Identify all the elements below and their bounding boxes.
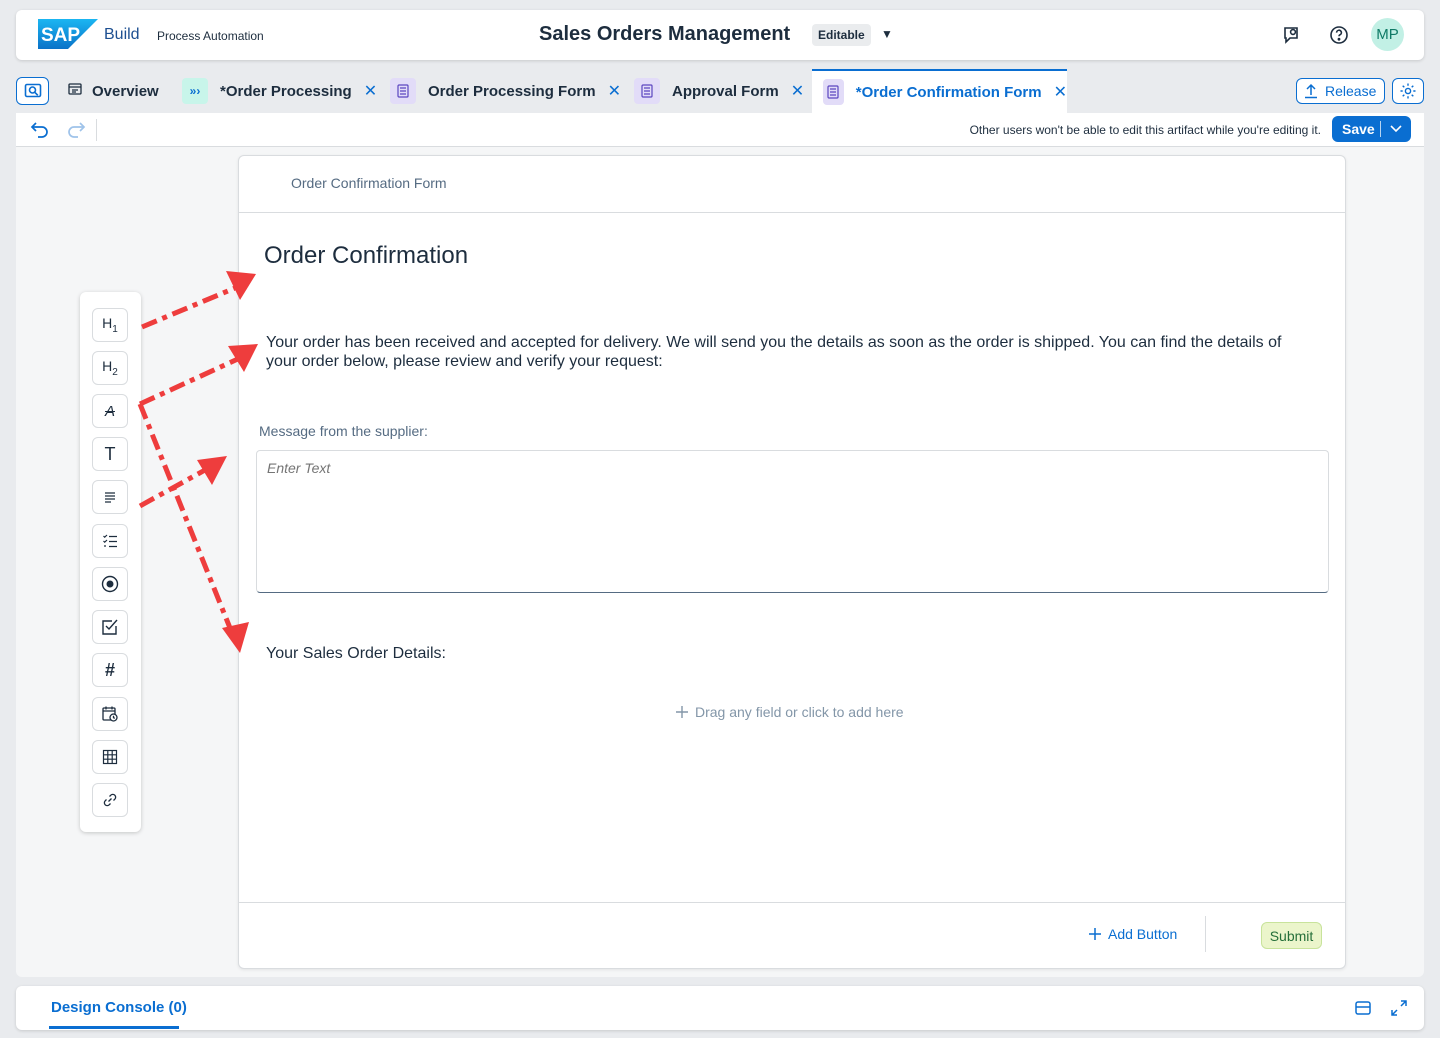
gear-icon (1400, 83, 1416, 99)
checkbox-icon[interactable] (92, 610, 128, 644)
tab-strip: Overview »› *Order Processing ✕ Order Pr… (16, 69, 1424, 113)
mode-badge[interactable]: Editable (812, 24, 871, 46)
divider (1380, 121, 1381, 137)
process-icon: »› (182, 78, 208, 104)
message-label: Message from the supplier: (259, 423, 428, 439)
divider (239, 212, 1345, 213)
form-icon (823, 79, 844, 105)
tab-approval-form[interactable]: Approval Form ✕ (634, 69, 804, 113)
release-button[interactable]: Release (1296, 78, 1386, 104)
expand-icon[interactable] (1390, 999, 1408, 1022)
submit-button[interactable]: Submit (1261, 922, 1322, 949)
calendar-icon[interactable] (92, 697, 128, 731)
table-icon[interactable] (92, 740, 128, 774)
help-icon[interactable] (1327, 23, 1351, 47)
edit-lock-notice: Other users won't be able to edit this a… (969, 123, 1321, 137)
design-console-panel: Design Console (0) (16, 986, 1424, 1030)
radio-icon[interactable] (92, 567, 128, 601)
project-title: Sales Orders Management (539, 23, 791, 45)
shell-bar: SAP Build Process Automation Sales Order… (16, 10, 1424, 60)
divider (239, 902, 1345, 903)
save-label: Save (1342, 121, 1375, 137)
close-icon[interactable]: ✕ (364, 81, 377, 101)
form-heading[interactable]: Order Confirmation (264, 242, 468, 270)
undo-icon[interactable] (30, 120, 50, 143)
drop-hint: Drag any field or click to add here (695, 704, 904, 720)
message-textarea[interactable] (256, 450, 1329, 593)
form-card: Order Confirmation Form Order Confirmati… (238, 155, 1346, 969)
tab-label: Approval Form (672, 82, 779, 100)
checklist-icon[interactable] (92, 524, 128, 558)
number-icon[interactable]: # (92, 653, 128, 687)
paragraph-icon[interactable] (92, 480, 128, 514)
close-icon[interactable]: ✕ (608, 81, 621, 101)
tab-label: *Order Confirmation Form (855, 83, 1042, 101)
details-label[interactable]: Your Sales Order Details: (266, 645, 446, 663)
add-icon (676, 706, 688, 718)
product-name: Build (104, 26, 140, 43)
search-icon[interactable] (16, 77, 49, 105)
divider (1205, 916, 1206, 952)
form-icon (634, 78, 660, 104)
tab-order-processing-form[interactable]: Order Processing Form ✕ (390, 69, 621, 113)
form-name: Order Confirmation Form (291, 175, 447, 191)
tab-label: *Order Processing (220, 82, 352, 100)
release-label: Release (1325, 83, 1377, 99)
add-button-label: Add Button (1108, 926, 1178, 942)
add-button[interactable]: Add Button (1088, 926, 1177, 942)
form-icon (390, 78, 416, 104)
sap-logo[interactable]: SAP (38, 19, 98, 49)
redo-icon[interactable] (66, 120, 86, 143)
save-button[interactable]: Save (1332, 116, 1411, 142)
add-icon (1089, 928, 1101, 940)
heading1-icon[interactable]: H1 (92, 308, 128, 342)
drop-zone[interactable]: Drag any field or click to add here (675, 704, 904, 720)
field-palette: H1 H2 A T # (80, 292, 141, 832)
form-paragraph[interactable]: Your order has been received and accepte… (266, 333, 1306, 371)
tab-overview[interactable]: Overview (68, 69, 159, 113)
heading2-icon[interactable]: H2 (92, 351, 128, 385)
link-icon[interactable] (92, 783, 128, 817)
panel-icon[interactable] (1354, 999, 1372, 1022)
feedback-icon[interactable] (1279, 23, 1303, 47)
editor-toolbar: Other users won't be able to edit this a… (16, 113, 1424, 147)
overview-icon (68, 82, 82, 100)
settings-button[interactable] (1392, 78, 1424, 104)
subproduct-name: Process Automation (157, 29, 264, 43)
tab-order-processing[interactable]: »› *Order Processing ✕ (182, 69, 377, 113)
text-icon[interactable]: T (92, 437, 128, 471)
chevron-down-icon[interactable] (1381, 125, 1411, 133)
tab-design-console[interactable]: Design Console (0) (51, 999, 187, 1016)
rich-text-icon[interactable]: A (92, 394, 128, 428)
tab-order-confirmation-form[interactable]: *Order Confirmation Form ✕ (812, 69, 1067, 113)
svg-text:SAP: SAP (41, 25, 80, 46)
close-icon[interactable]: ✕ (1054, 82, 1067, 102)
divider (96, 119, 97, 141)
tab-underline (49, 1026, 179, 1029)
upload-icon (1305, 83, 1317, 99)
tab-label: Overview (92, 82, 159, 100)
tab-label: Order Processing Form (428, 82, 596, 100)
close-icon[interactable]: ✕ (791, 81, 804, 101)
chevron-down-icon[interactable]: ▼ (881, 27, 893, 41)
avatar[interactable]: MP (1371, 18, 1404, 51)
